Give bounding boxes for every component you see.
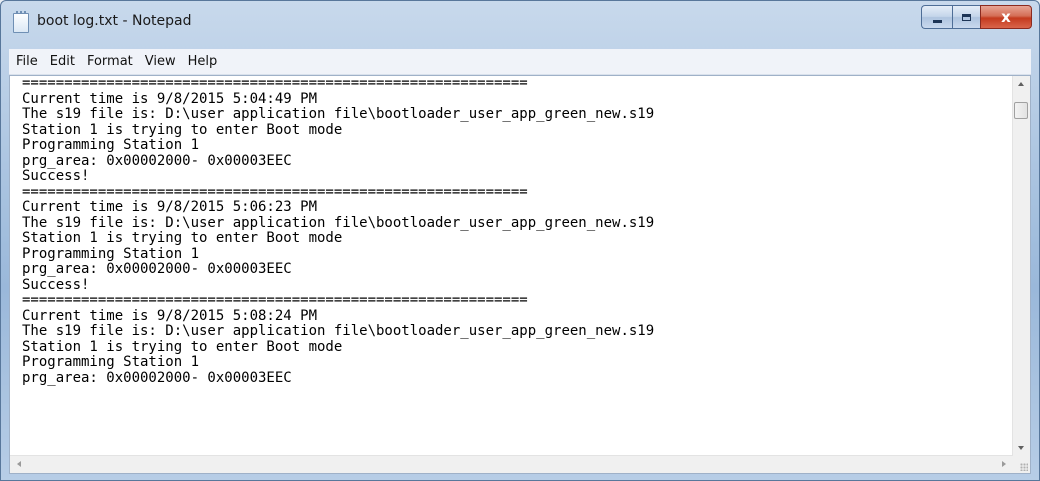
- log-line: ========================================…: [22, 76, 528, 91]
- menu-file[interactable]: File: [9, 49, 44, 74]
- log-line: prg_area: 0x00002000- 0x00003EEC: [22, 261, 292, 277]
- vertical-scrollbar[interactable]: [1012, 76, 1030, 456]
- log-line: The s19 file is: D:\user application fil…: [22, 214, 655, 231]
- log-line: The s19 file is: D:\user application fil…: [22, 323, 655, 339]
- window-title: boot log.txt - Notepad: [37, 13, 192, 29]
- resize-grip-icon[interactable]: [1020, 463, 1028, 471]
- log-line: The s19 file is: D:\user application fil…: [22, 106, 655, 122]
- text-content[interactable]: ========================================…: [10, 76, 1013, 456]
- scroll-right-icon[interactable]: [1002, 461, 1006, 467]
- resize-corner[interactable]: [1013, 456, 1030, 473]
- text-editor[interactable]: ========================================…: [9, 75, 1031, 474]
- notepad-icon[interactable]: [13, 11, 29, 33]
- log-line: ========================================…: [22, 183, 528, 200]
- log-line: ========================================…: [22, 292, 528, 308]
- log-line: Current time is 9/8/2015 5:06:23 PM: [22, 199, 318, 215]
- close-icon: x: [1001, 7, 1011, 26]
- notepad-window: boot log.txt - Notepad x File Edit Forma…: [0, 0, 1040, 481]
- scroll-left-icon[interactable]: [17, 461, 21, 467]
- vertical-scroll-thumb[interactable]: [1014, 102, 1028, 119]
- caption-buttons: x: [921, 5, 1032, 29]
- maximize-icon: [962, 13, 971, 21]
- log-line: Station 1 is trying to enter Boot mode: [22, 230, 343, 246]
- log-line: Success!: [22, 168, 90, 184]
- log-line: prg_area: 0x00002000- 0x00003EEC: [22, 369, 292, 386]
- log-line: Station 1 is trying to enter Boot mode: [22, 338, 343, 355]
- title-bar[interactable]: boot log.txt - Notepad x: [1, 1, 1039, 49]
- menu-bar: File Edit Format View Help: [9, 49, 1031, 75]
- scroll-down-icon[interactable]: [1018, 446, 1024, 450]
- log-line: Station 1 is trying to enter Boot mode: [22, 121, 343, 138]
- log-line: Success!: [22, 276, 90, 293]
- menu-help[interactable]: Help: [182, 49, 224, 74]
- menu-edit[interactable]: Edit: [44, 49, 81, 74]
- log-line: Programming Station 1: [22, 245, 200, 262]
- minimize-button[interactable]: [921, 5, 952, 29]
- maximize-button[interactable]: [952, 5, 980, 29]
- scroll-up-icon[interactable]: [1018, 82, 1024, 86]
- log-line: Programming Station 1: [22, 354, 200, 370]
- close-button[interactable]: x: [980, 5, 1032, 29]
- menu-view[interactable]: View: [139, 49, 182, 74]
- log-line: Current time is 9/8/2015 5:04:49 PM: [22, 90, 318, 107]
- minimize-icon: [932, 19, 942, 23]
- log-line: Programming Station 1: [22, 137, 200, 153]
- horizontal-scrollbar[interactable]: [10, 455, 1013, 473]
- menu-format[interactable]: Format: [81, 49, 139, 74]
- log-line: Current time is 9/8/2015 5:08:24 PM: [22, 307, 318, 324]
- log-line: prg_area: 0x00002000- 0x00003EEC: [22, 152, 292, 169]
